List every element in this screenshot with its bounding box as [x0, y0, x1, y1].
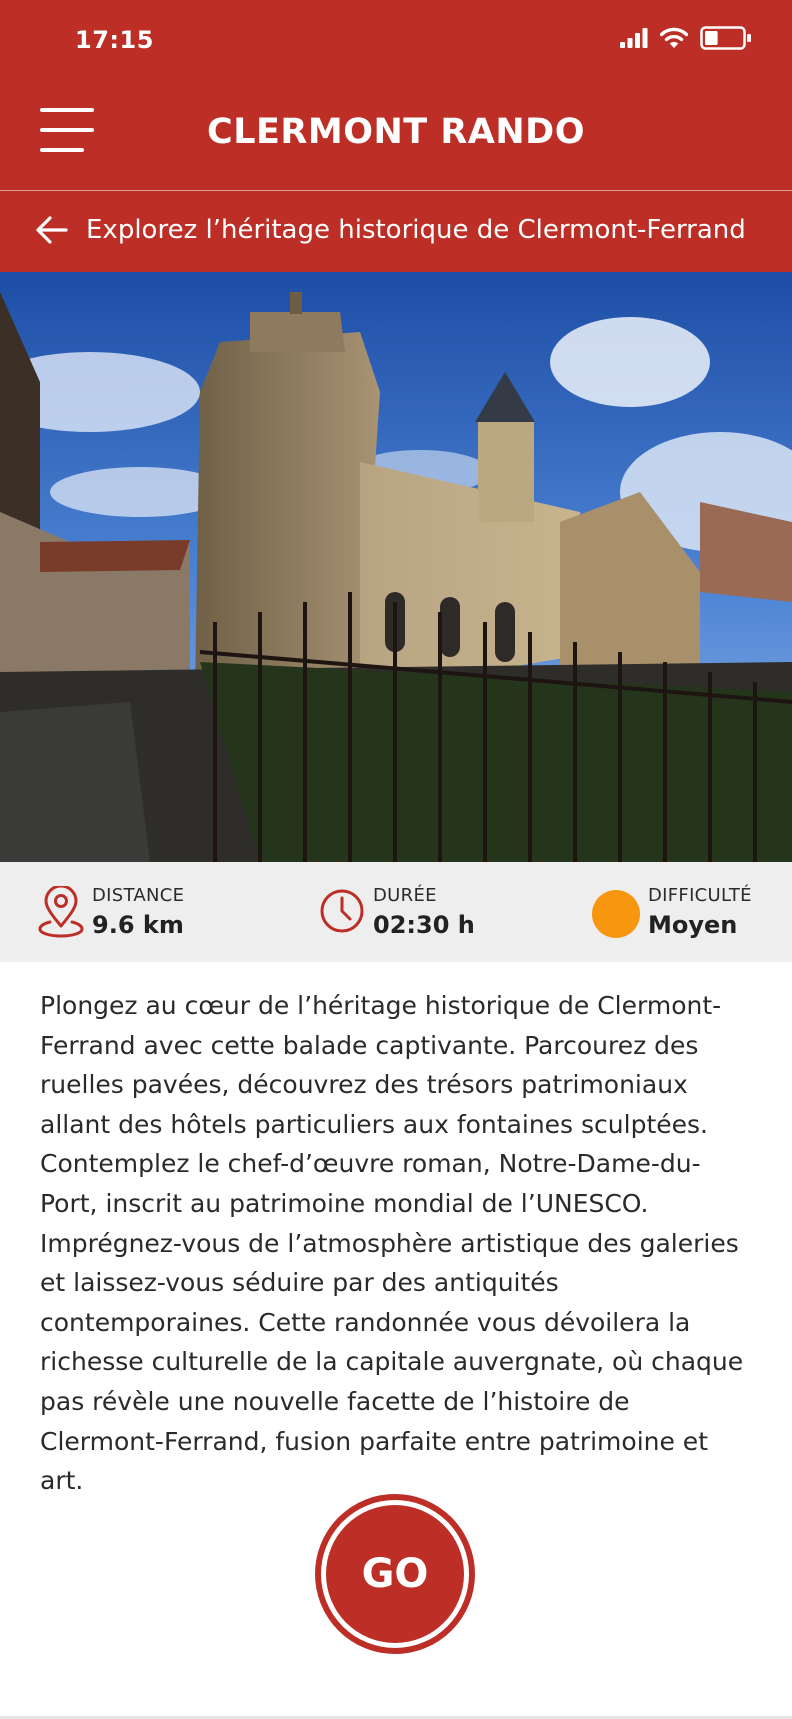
route-stats: DISTANCE 9.6 km DURÉE 02:30 h DIFFICULTÉ… [0, 862, 792, 962]
distance-label: DISTANCE [92, 885, 185, 906]
go-button-label: GO [326, 1505, 464, 1643]
system-icons [620, 26, 752, 50]
cellular-signal-icon [620, 28, 648, 48]
status-bar: 17:15 [0, 0, 792, 84]
route-hero-image [0, 272, 792, 862]
basilica-photo [0, 272, 792, 862]
stat-distance: DISTANCE 9.6 km [38, 884, 184, 940]
status-time: 17:15 [75, 26, 154, 54]
route-title: Explorez l’héritage historique de Clermo… [86, 215, 746, 245]
arrow-left-icon[interactable] [34, 212, 70, 248]
difficulty-label: DIFFICULTÉ [648, 885, 752, 906]
difficulty-value: Moyen [648, 911, 738, 939]
stat-difficulty: DIFFICULTÉ Moyen [592, 884, 752, 940]
route-description: Plongez au cœur de l’héritage historique… [40, 991, 744, 1496]
wifi-icon [660, 27, 688, 48]
go-button[interactable]: GO [315, 1494, 475, 1654]
location-pin-icon [38, 886, 84, 938]
route-subheader: Explorez l’héritage historique de Clermo… [0, 191, 792, 272]
app-bar: CLERMONT RANDO [0, 84, 792, 191]
duration-label: DURÉE [373, 885, 437, 906]
clock-icon [320, 889, 364, 933]
app-title: CLERMONT RANDO [207, 112, 585, 152]
distance-value: 9.6 km [92, 911, 184, 939]
battery-icon [700, 26, 751, 50]
duration-value: 02:30 h [373, 911, 475, 939]
stat-duration: DURÉE 02:30 h [319, 884, 475, 940]
difficulty-indicator [592, 890, 640, 938]
